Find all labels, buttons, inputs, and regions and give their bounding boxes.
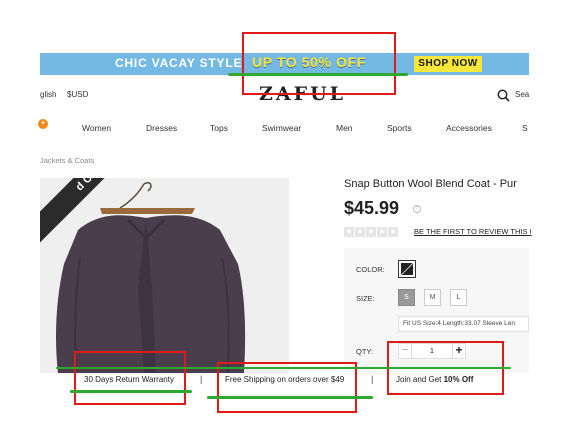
nav-item-men[interactable]: Men	[336, 123, 353, 133]
breadcrumb[interactable]: Jackets & Coats	[40, 156, 94, 165]
size-option-s[interactable]: S	[398, 289, 415, 306]
search-label[interactable]: Sea	[515, 90, 529, 99]
language-selector[interactable]: glish	[40, 90, 56, 99]
product-image[interactable]: d Out	[40, 178, 289, 373]
color-swatch-fill	[401, 263, 413, 275]
nav-item-sports[interactable]: Sports	[387, 123, 412, 133]
star-icon: ★	[388, 227, 398, 237]
size-option-l[interactable]: L	[450, 289, 467, 306]
promo-tagline: CHIC VACAY STYLE	[115, 56, 243, 70]
price-info-icon[interactable]: ?	[413, 205, 421, 213]
search-icon[interactable]	[497, 89, 510, 102]
annotation-box-warranty	[74, 351, 186, 405]
size-label: SIZE:	[356, 294, 375, 303]
nav-item-accessories[interactable]: Accessories	[446, 123, 492, 133]
star-icon: ★	[377, 227, 387, 237]
product-price: $45.99	[344, 198, 400, 218]
size-info: Fit US Size:4 Length:33.07 Sleeve Len	[398, 316, 529, 332]
annotation-underline-shipping	[207, 396, 373, 399]
star-icon: ★	[344, 227, 354, 237]
nav-item-swimwear[interactable]: Swimwear	[262, 123, 301, 133]
nav-new-badge-icon[interactable]: +	[38, 119, 48, 129]
shop-now-button[interactable]: SHOP NOW	[414, 56, 482, 72]
star-icon: ★	[366, 227, 376, 237]
color-swatch[interactable]	[398, 260, 416, 278]
qty-label: QTY:	[356, 347, 374, 356]
rating-stars: ★ ★ ★ ★ ★	[344, 227, 398, 237]
product-title: Snap Button Wool Blend Coat - Pur	[344, 178, 517, 190]
annotation-underline-promo	[228, 73, 408, 76]
nav-item-tops[interactable]: Tops	[210, 123, 228, 133]
currency-selector[interactable]: $USD	[67, 90, 88, 99]
benefit-separator: |	[200, 374, 203, 384]
nav-item-sale[interactable]: S	[522, 123, 528, 133]
benefit-separator: |	[371, 374, 374, 384]
annotation-underline-bar	[56, 367, 511, 369]
nav-item-women[interactable]: Women	[82, 123, 111, 133]
size-option-m[interactable]: M	[424, 289, 441, 306]
annotation-underline-warranty	[70, 390, 192, 393]
annotation-box-shipping	[217, 362, 357, 413]
annotation-box-promo	[242, 32, 396, 95]
nav-item-dresses[interactable]: Dresses	[146, 123, 177, 133]
star-icon: ★	[355, 227, 365, 237]
color-label: COLOR:	[356, 265, 385, 274]
coat-photo	[40, 178, 289, 373]
review-link[interactable]: BE THE FIRST TO REVIEW THIS I	[414, 227, 532, 236]
